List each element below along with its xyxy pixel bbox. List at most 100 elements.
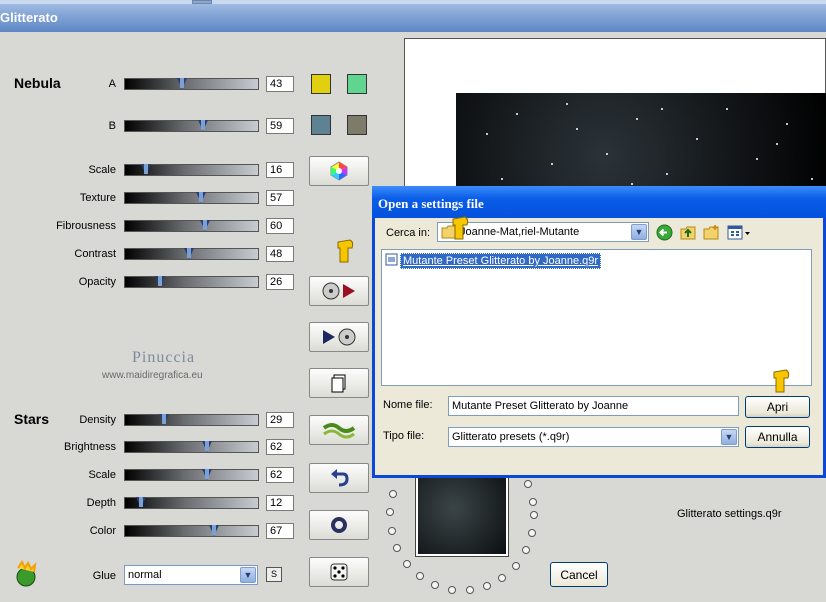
stars-density-value[interactable]: 29 [266, 412, 294, 428]
file-list[interactable] [381, 249, 812, 386]
view-menu-icon [727, 225, 750, 240]
stars-depth-value[interactable]: 12 [266, 495, 294, 511]
nebula-texture-label: Texture [79, 192, 116, 204]
slider-thumb[interactable] [183, 248, 194, 259]
star-dot [501, 178, 503, 180]
file-list-item[interactable]: Mutante Preset Glitterato by Joanne.q9r [400, 253, 602, 269]
ring-button[interactable] [309, 510, 369, 540]
nebula-opacity-slider[interactable] [124, 276, 259, 288]
nebula-scale-slider[interactable] [124, 164, 259, 176]
nebula-opacity-value[interactable]: 26 [266, 274, 294, 290]
color-wheel-icon [330, 161, 348, 181]
new-folder-button[interactable] [702, 224, 720, 244]
nebula-fibrousness-value[interactable]: 60 [266, 218, 294, 234]
ring-dot [465, 586, 474, 595]
color-swatch-b1[interactable] [311, 115, 331, 135]
filetype-label: Tipo file: [383, 430, 425, 442]
nebula-a-value[interactable]: 43 [266, 76, 294, 92]
hand-cursor-icon [773, 369, 790, 393]
view-menu-button[interactable] [727, 224, 751, 244]
ring-icon [331, 517, 347, 533]
filename-label: Nome file: [383, 399, 433, 411]
stars-depth-label: Depth [86, 497, 116, 509]
up-folder-button[interactable] [679, 224, 697, 244]
file-icon [385, 253, 398, 269]
ring-dot [498, 573, 507, 582]
slider-thumb[interactable] [135, 497, 146, 508]
back-icon [656, 224, 673, 241]
star-dot [636, 118, 638, 120]
annulla-button[interactable]: Annulla [745, 426, 810, 448]
stars-scale-slider[interactable] [124, 469, 259, 481]
slider-thumb[interactable] [199, 220, 210, 231]
slider-thumb[interactable] [202, 469, 213, 480]
stars-brightness-label: Brightness [64, 441, 116, 453]
star-dot [631, 183, 633, 185]
slider-thumb[interactable] [209, 525, 220, 536]
nebula-texture-value[interactable]: 57 [266, 190, 294, 206]
star-dot [726, 108, 728, 110]
slider-thumb[interactable] [141, 164, 152, 175]
filetype-value: Glitterato presets (*.q9r) [452, 431, 570, 443]
slider-thumb[interactable] [158, 414, 169, 425]
load-preset-button[interactable] [309, 276, 369, 306]
small-s-button[interactable]: S [266, 567, 282, 582]
stars-scale-value[interactable]: 62 [266, 467, 294, 483]
color-swatch-a2[interactable] [347, 74, 367, 94]
star-dot [786, 123, 788, 125]
open-button[interactable]: Apri [745, 396, 810, 418]
nebula-contrast-slider[interactable] [124, 248, 259, 260]
star-dot [566, 103, 568, 105]
slider-thumb[interactable] [154, 276, 165, 287]
copy-button[interactable] [309, 368, 369, 398]
wave-button[interactable] [309, 415, 369, 445]
nebula-fibrousness-label: Fibrousness [56, 220, 116, 232]
color-swatch-a1[interactable] [311, 74, 331, 94]
nebula-b-slider[interactable] [124, 120, 259, 132]
stars-color-label: Color [89, 525, 116, 537]
slider-thumb[interactable] [177, 78, 188, 89]
slider-thumb[interactable] [198, 120, 209, 131]
settings-file-label: Glitterato settings.q9r [677, 508, 782, 520]
ring-dot [521, 546, 530, 555]
star-dot [756, 158, 758, 160]
nebula-contrast-value[interactable]: 48 [266, 246, 294, 262]
random-button[interactable] [309, 557, 369, 587]
stars-density-slider[interactable] [124, 414, 259, 426]
stars-depth-slider[interactable] [124, 497, 259, 509]
filename-input[interactable]: Mutante Preset Glitterato by Joanne [448, 396, 739, 416]
color-swatch-b2[interactable] [347, 115, 367, 135]
ring-dot [387, 526, 396, 535]
stars-color-slider[interactable] [124, 525, 259, 537]
save-preset-button[interactable] [309, 322, 369, 352]
slider-thumb[interactable] [195, 192, 206, 203]
slider-thumb[interactable] [202, 441, 213, 452]
stars-density-label: Density [79, 414, 116, 426]
nebula-a-slider[interactable] [124, 78, 259, 90]
stars-color-value[interactable]: 67 [266, 523, 294, 539]
undo-button[interactable] [309, 463, 369, 493]
nebula-b-value[interactable]: 59 [266, 118, 294, 134]
new-folder-icon [703, 225, 719, 240]
ring-dot [402, 559, 411, 568]
cancel-button[interactable]: Cancel [550, 562, 608, 587]
nebula-texture-slider[interactable] [124, 192, 259, 204]
watermark-name: Pinuccia [132, 349, 196, 366]
color-wheel-button[interactable] [309, 156, 369, 186]
star-dot [811, 178, 813, 180]
stars-brightness-value[interactable]: 62 [266, 439, 294, 455]
star-dot [696, 138, 698, 140]
glue-select[interactable]: normal ▼ [124, 565, 258, 585]
filetype-select[interactable]: Glitterato presets (*.q9r) ▼ [448, 427, 739, 447]
nebula-fibrousness-slider[interactable] [124, 220, 259, 232]
back-button[interactable] [656, 224, 673, 244]
undo-icon [331, 469, 349, 487]
nebula-a-label: A [108, 78, 116, 90]
ring-dot [527, 529, 536, 538]
star-dot [486, 133, 488, 135]
save-preset-icon [323, 328, 356, 346]
stars-brightness-slider[interactable] [124, 441, 259, 453]
dialog-title: Open a settings file [378, 196, 484, 211]
star-dot [576, 128, 578, 130]
nebula-scale-value[interactable]: 16 [266, 162, 294, 178]
